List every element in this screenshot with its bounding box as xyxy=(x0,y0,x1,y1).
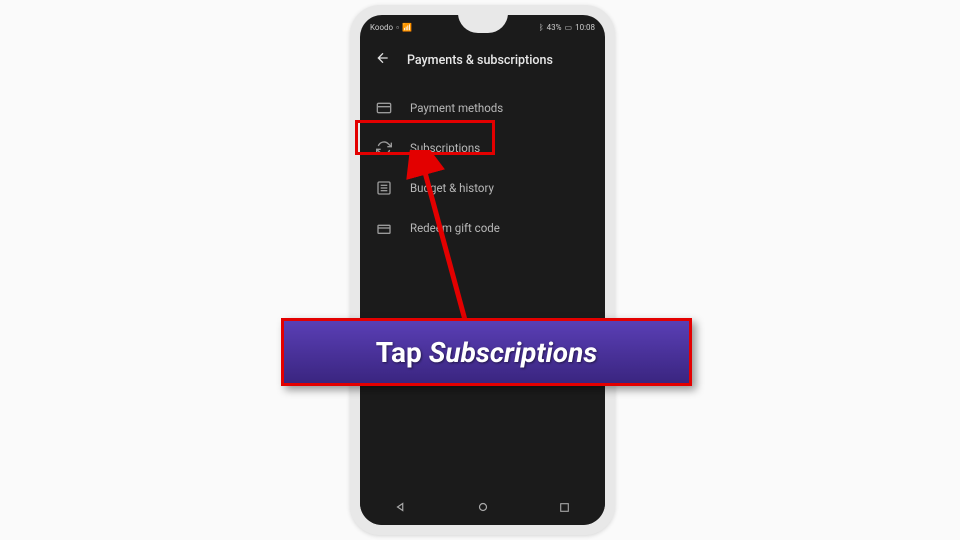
battery-icon: ▭ xyxy=(565,23,573,32)
android-nav-bar xyxy=(360,491,605,525)
list-icon xyxy=(376,180,392,196)
signal-icon: ▫ xyxy=(396,23,399,32)
carrier-label: Koodo xyxy=(370,23,393,32)
phone-frame: Koodo ▫ 📶 ᛒ 43% ▭ 10:08 Payments & subsc… xyxy=(350,5,615,535)
battery-label: 43% xyxy=(547,23,562,32)
callout-text: Tap Subscriptions xyxy=(376,336,598,369)
menu-label: Redeem gift code xyxy=(410,221,500,235)
annotation-callout: Tap Subscriptions xyxy=(281,318,692,386)
callout-emphasis: Subscriptions xyxy=(429,336,598,369)
gift-icon xyxy=(376,220,392,236)
clock-label: 10:08 xyxy=(575,23,595,32)
menu-label: Budget & history xyxy=(410,181,494,195)
sync-icon xyxy=(376,140,392,156)
back-arrow-icon[interactable] xyxy=(375,50,391,70)
menu-item-subscriptions[interactable]: Subscriptions xyxy=(360,128,605,168)
menu-item-payment-methods[interactable]: Payment methods xyxy=(360,88,605,128)
screen-header: Payments & subscriptions xyxy=(360,36,605,88)
wifi-icon: 📶 xyxy=(402,23,412,32)
nav-recent-icon[interactable] xyxy=(558,499,571,518)
page-title: Payments & subscriptions xyxy=(407,53,553,68)
nav-back-icon[interactable] xyxy=(394,499,408,518)
callout-prefix: Tap xyxy=(376,336,429,369)
phone-screen: Koodo ▫ 📶 ᛒ 43% ▭ 10:08 Payments & subsc… xyxy=(360,15,605,525)
card-icon xyxy=(376,100,392,116)
menu-item-redeem-gift[interactable]: Redeem gift code xyxy=(360,208,605,248)
nav-home-icon[interactable] xyxy=(476,499,490,518)
menu-label: Payment methods xyxy=(410,101,503,115)
menu-item-budget-history[interactable]: Budget & history xyxy=(360,168,605,208)
menu-label: Subscriptions xyxy=(410,141,480,155)
bluetooth-icon: ᛒ xyxy=(539,23,544,32)
